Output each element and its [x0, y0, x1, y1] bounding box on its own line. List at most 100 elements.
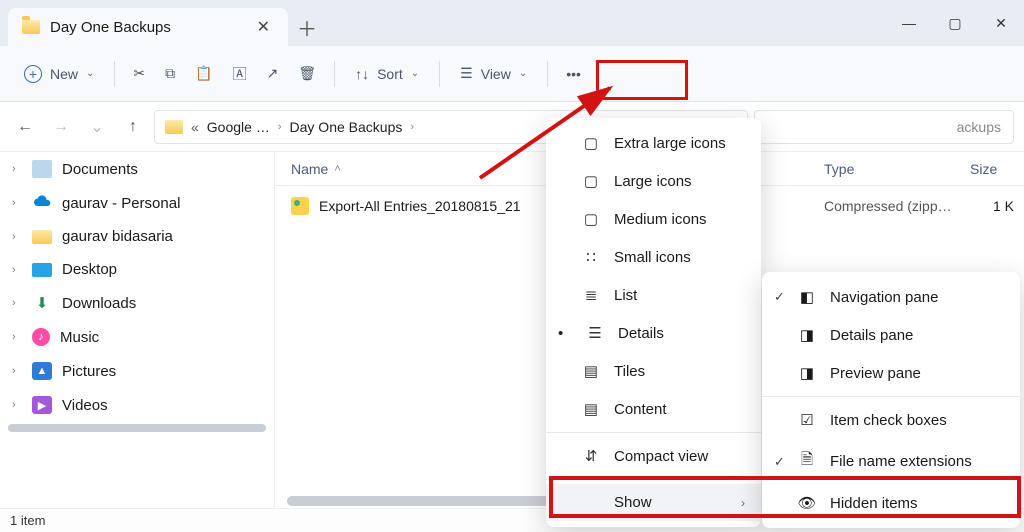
- menu-medium-icons[interactable]: ▢Medium icons: [546, 200, 761, 238]
- tab-title: Day One Backups: [50, 19, 243, 36]
- menu-show[interactable]: Show›: [546, 484, 761, 521]
- menu-hidden-items[interactable]: 👁Hidden items: [762, 484, 1020, 522]
- check-icon: ✓: [774, 289, 785, 305]
- separator: [439, 61, 440, 87]
- breadcrumb-part[interactable]: Day One Backups: [290, 119, 403, 135]
- clipboard-icon: 📋: [195, 65, 212, 82]
- back-button[interactable]: ←: [10, 112, 40, 142]
- menu-details-pane[interactable]: ◨Details pane: [762, 316, 1020, 354]
- videos-icon: ▶: [32, 396, 52, 414]
- share-icon: ↗: [267, 65, 279, 82]
- extra-large-icons-icon: ▢: [582, 134, 600, 152]
- file-size: 1 K: [954, 198, 1024, 214]
- menu-compact-view[interactable]: ⇵Compact view: [546, 437, 761, 475]
- details-icon: ☰: [586, 324, 604, 342]
- menu-preview-pane[interactable]: ◨Preview pane: [762, 354, 1020, 392]
- breadcrumb-part[interactable]: Google …: [207, 119, 270, 135]
- cut-button[interactable]: ✂: [125, 59, 153, 88]
- sort-label: Sort: [377, 66, 403, 82]
- title-bar: Day One Backups ✕ ＋ — ▢ ✕: [0, 0, 1024, 46]
- pane-icon: ◨: [798, 326, 816, 344]
- close-window-button[interactable]: ✕: [978, 0, 1024, 46]
- menu-navigation-pane[interactable]: ✓◧Navigation pane: [762, 278, 1020, 316]
- scissors-icon: ✂: [133, 65, 145, 82]
- rename-icon: 🄰: [233, 64, 247, 84]
- minimize-button[interactable]: —: [886, 0, 932, 46]
- view-button[interactable]: ☰ View ⌄: [450, 59, 537, 88]
- zip-icon: [291, 197, 309, 215]
- close-tab-button[interactable]: ✕: [253, 17, 274, 37]
- compact-icon: ⇵: [582, 447, 600, 465]
- pane-icon: ◧: [798, 288, 816, 306]
- sidebar-item-pictures[interactable]: ›▲Pictures: [0, 354, 274, 388]
- menu-tiles[interactable]: ▤Tiles: [546, 352, 761, 390]
- trash-icon: 🗑: [298, 65, 316, 82]
- small-icons-icon: ∷: [582, 248, 600, 266]
- column-size[interactable]: Size: [954, 161, 1024, 177]
- chevron-right-icon: ›: [278, 121, 282, 133]
- sort-button[interactable]: ↑↓ Sort ⌄: [345, 60, 429, 88]
- sidebar-item-onedrive[interactable]: ›gaurav - Personal: [0, 186, 274, 220]
- menu-large-icons[interactable]: ▢Large icons: [546, 162, 761, 200]
- sidebar-item-documents[interactable]: ›Documents: [0, 152, 274, 186]
- maximize-button[interactable]: ▢: [932, 0, 978, 46]
- menu-extra-large-icons[interactable]: ▢Extra large icons: [546, 124, 761, 162]
- new-label: New: [50, 66, 78, 82]
- documents-icon: [32, 160, 52, 178]
- folder-icon: [22, 20, 40, 34]
- menu-item-check-boxes[interactable]: ☑Item check boxes: [762, 401, 1020, 439]
- menu-separator: [546, 479, 761, 480]
- medium-icons-icon: ▢: [582, 210, 600, 228]
- chevron-down-icon: ⌄: [519, 68, 527, 79]
- sidebar-item-downloads[interactable]: ›⬇Downloads: [0, 286, 274, 320]
- share-button[interactable]: ↗: [259, 59, 287, 88]
- file-type: Compressed (zipp…: [784, 198, 954, 214]
- file-icon: 🗎: [798, 449, 816, 474]
- menu-list[interactable]: ≣List: [546, 276, 761, 314]
- column-type[interactable]: Type: [784, 161, 954, 177]
- new-tab-button[interactable]: ＋: [288, 8, 326, 46]
- ellipsis-icon: •••: [566, 66, 581, 82]
- sidebar-item-folder[interactable]: ›gaurav bidasaria: [0, 220, 274, 253]
- menu-separator: [546, 432, 761, 433]
- folder-icon: [165, 120, 183, 134]
- check-icon: ✓: [774, 454, 785, 470]
- window-controls: — ▢ ✕: [886, 0, 1024, 46]
- view-label: View: [481, 66, 511, 82]
- sidebar-scrollbar[interactable]: [8, 424, 266, 432]
- folder-icon: [32, 230, 52, 244]
- address-bar-row: ← → ⌄ ↑ « Google … › Day One Backups › ⌄…: [0, 102, 1024, 152]
- sidebar-item-music[interactable]: ›♪Music: [0, 320, 274, 354]
- breadcrumb-ellipsis: «: [191, 119, 199, 135]
- paste-button[interactable]: 📋: [187, 59, 220, 88]
- menu-small-icons[interactable]: ∷Small icons: [546, 238, 761, 276]
- window-tab[interactable]: Day One Backups ✕: [8, 8, 288, 46]
- menu-content[interactable]: ▤Content: [546, 390, 761, 428]
- search-input[interactable]: Search ackups: [754, 110, 1014, 144]
- delete-button[interactable]: 🗑: [290, 59, 324, 88]
- show-submenu: ✓◧Navigation pane ◨Details pane ◨Preview…: [762, 272, 1020, 528]
- sort-asc-icon: ˄: [334, 163, 340, 175]
- status-text: 1 item: [10, 513, 45, 528]
- file-name: Export-All Entries_20180815_21: [319, 198, 521, 214]
- sidebar-item-desktop[interactable]: ›Desktop: [0, 253, 274, 286]
- sidebar-item-videos[interactable]: ›▶Videos: [0, 388, 274, 422]
- search-placeholder: ackups: [957, 119, 1001, 135]
- menu-separator: [762, 396, 1020, 397]
- copy-button[interactable]: ⧉: [157, 59, 183, 88]
- pictures-icon: ▲: [32, 362, 52, 380]
- sort-icon: ↑↓: [355, 66, 369, 82]
- content-icon: ▤: [582, 400, 600, 418]
- chevron-down-icon: ⌄: [86, 68, 94, 79]
- separator: [114, 61, 115, 87]
- forward-button[interactable]: →: [46, 112, 76, 142]
- rename-button[interactable]: 🄰: [225, 58, 255, 90]
- recent-button[interactable]: ⌄: [82, 112, 112, 142]
- new-button[interactable]: + New ⌄: [14, 59, 104, 89]
- large-icons-icon: ▢: [582, 172, 600, 190]
- menu-file-name-extensions[interactable]: ✓🗎File name extensions: [762, 439, 1020, 484]
- more-button[interactable]: •••: [558, 60, 589, 88]
- up-button[interactable]: ↑: [118, 112, 148, 142]
- menu-details[interactable]: ☰Details: [546, 314, 761, 352]
- separator: [547, 61, 548, 87]
